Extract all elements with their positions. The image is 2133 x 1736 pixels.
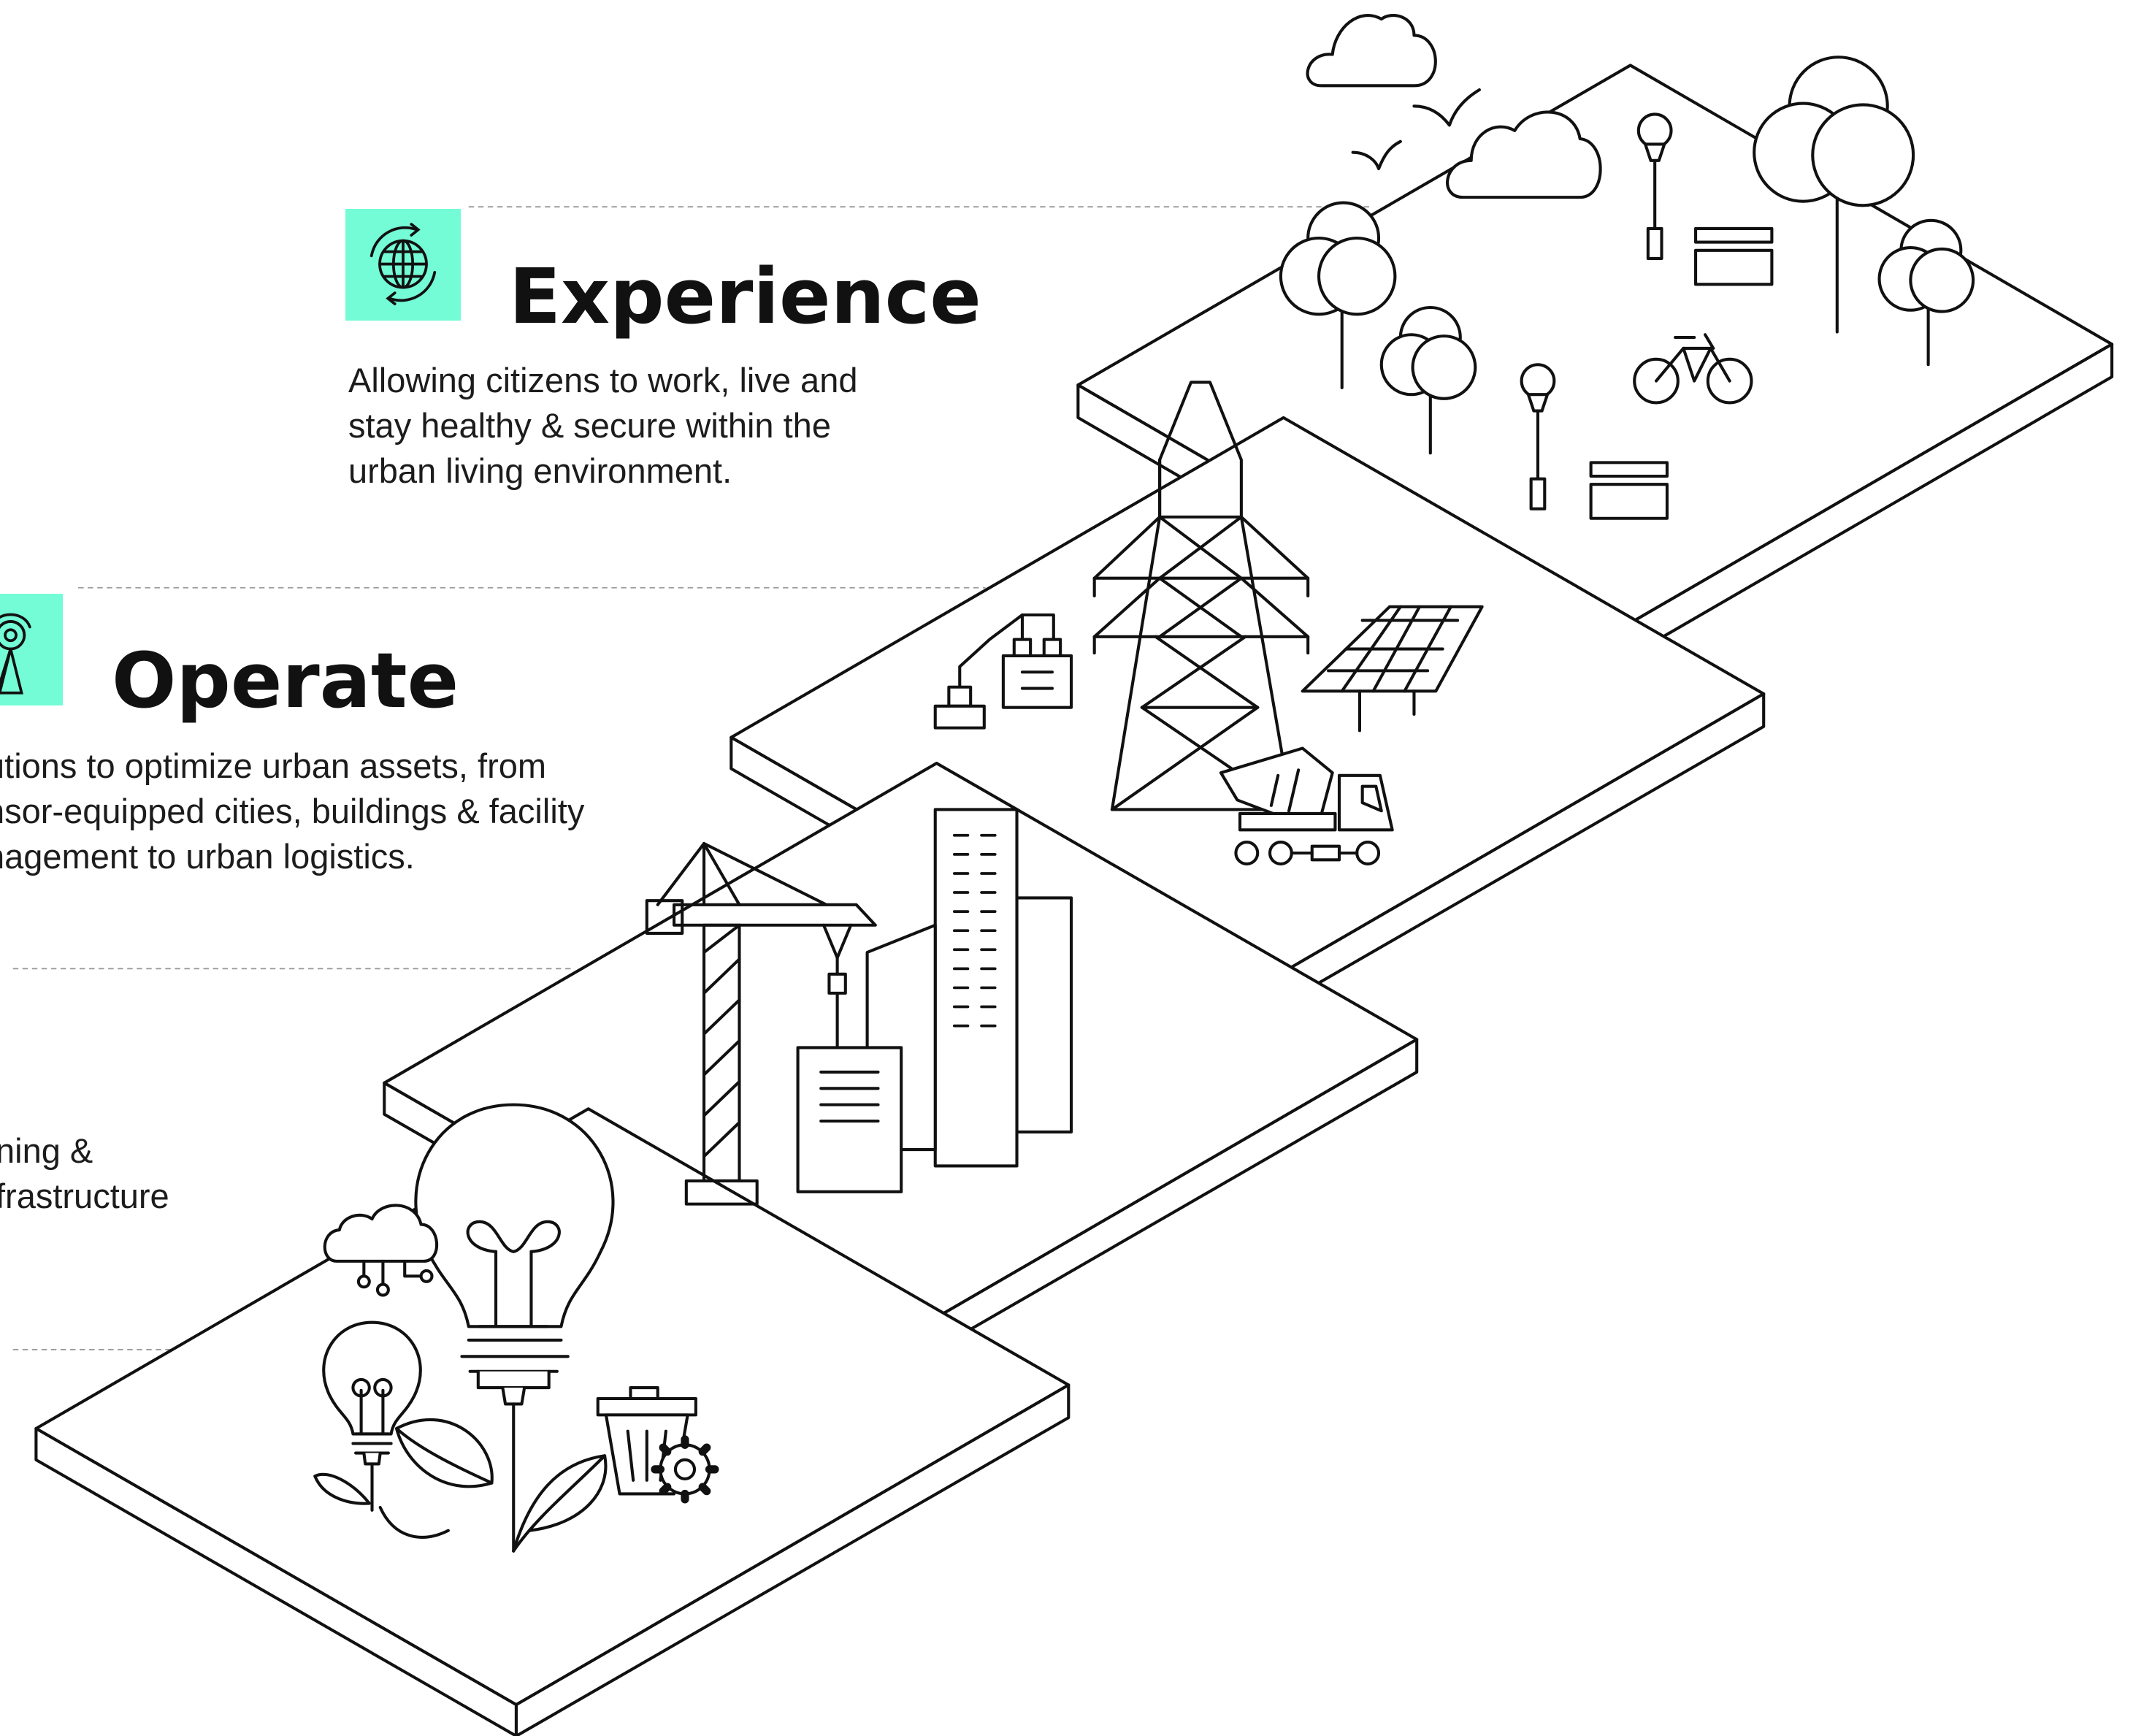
gear-icon [651, 1435, 719, 1504]
stage-description-third: ning & frastructure [0, 1131, 169, 1215]
bench-icon [1694, 226, 1774, 286]
stage-title-experience: Experience [509, 252, 981, 341]
globe-refresh-icon [369, 223, 437, 305]
stage-title-operate: Operate [112, 636, 459, 725]
bench-icon [1589, 461, 1669, 520]
smart-city-diagram: Experience Allowing citizens to work, li… [0, 0, 2133, 1736]
stage-description-operate: utions to optimize urban assets, from ns… [0, 746, 585, 876]
experience-icon-tile [345, 209, 461, 321]
signal-tower-icon [0, 613, 31, 695]
stage-description-experience: Allowing citizens to work, live and stay… [348, 361, 858, 490]
bird-icon [1351, 88, 1481, 171]
operate-icon-tile [0, 594, 63, 706]
cloud-icon [1306, 14, 1437, 88]
